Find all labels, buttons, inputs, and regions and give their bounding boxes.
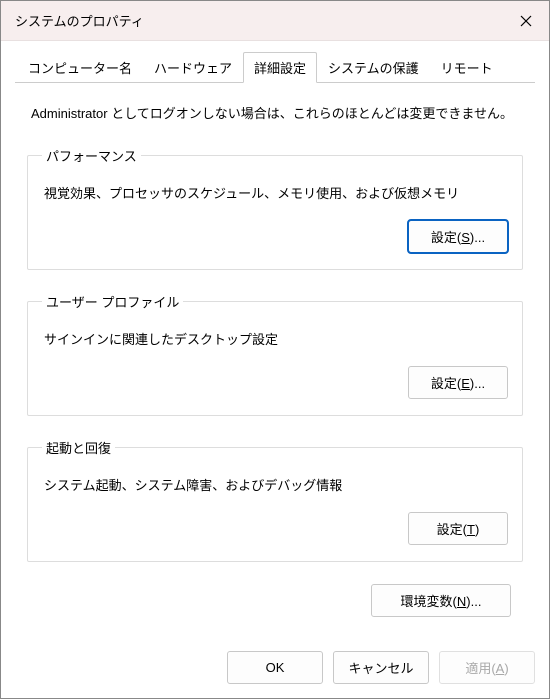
button-label-prefix: 設定(: [431, 230, 461, 245]
button-label-suffix: )...: [470, 376, 485, 391]
group-performance-legend: パフォーマンス: [42, 146, 141, 165]
startup-recovery-settings-button[interactable]: 設定(T): [408, 512, 508, 545]
tab-system-protection[interactable]: システムの保護: [317, 52, 430, 83]
group-startup-recovery: 起動と回復 システム起動、システム障害、およびデバッグ情報 設定(T): [27, 438, 523, 562]
tab-advanced[interactable]: 詳細設定: [243, 52, 317, 83]
button-label-suffix: )...: [470, 230, 485, 245]
button-label-suffix: )...: [466, 594, 481, 609]
button-accel: N: [457, 594, 466, 609]
user-profiles-desc: サインインに関連したデスクトップ設定: [44, 329, 506, 348]
ok-button[interactable]: OK: [227, 651, 323, 684]
environment-variables-button[interactable]: 環境変数(N)...: [371, 584, 511, 617]
performance-desc: 視覚効果、プロセッサのスケジュール、メモリ使用、および仮想メモリ: [44, 183, 506, 202]
button-accel: S: [461, 230, 470, 245]
button-label-suffix: ): [504, 661, 508, 676]
button-label-prefix: 適用(: [465, 661, 495, 676]
apply-button[interactable]: 適用(A): [439, 651, 535, 684]
button-label-suffix: ): [475, 522, 479, 537]
dialog-footer: OK キャンセル 適用(A): [1, 641, 549, 698]
startup-recovery-desc: システム起動、システム障害、およびデバッグ情報: [44, 475, 506, 494]
tab-computer-name[interactable]: コンピューター名: [17, 52, 143, 83]
tab-hardware[interactable]: ハードウェア: [143, 52, 243, 83]
tabstrip: コンピューター名 ハードウェア 詳細設定 システムの保護 リモート: [15, 51, 535, 83]
cancel-button[interactable]: キャンセル: [333, 651, 429, 684]
performance-settings-button[interactable]: 設定(S)...: [408, 220, 508, 253]
group-performance: パフォーマンス 視覚効果、プロセッサのスケジュール、メモリ使用、および仮想メモリ…: [27, 146, 523, 270]
button-label-prefix: 環境変数(: [401, 594, 457, 609]
button-label-prefix: 設定(: [437, 522, 467, 537]
group-user-profiles: ユーザー プロファイル サインインに関連したデスクトップ設定 設定(E)...: [27, 292, 523, 416]
button-accel: E: [461, 376, 470, 391]
group-user-profiles-legend: ユーザー プロファイル: [42, 292, 183, 311]
admin-note: Administrator としてログオンしない場合は、これらのほとんどは変更で…: [31, 103, 523, 122]
tabpanel-advanced: Administrator としてログオンしない場合は、これらのほとんどは変更で…: [15, 83, 535, 641]
button-accel: T: [467, 522, 475, 537]
window-title: システムのプロパティ: [15, 11, 144, 30]
system-properties-window: システムのプロパティ コンピューター名 ハードウェア 詳細設定 システムの保護 …: [0, 0, 550, 699]
close-icon: [520, 15, 532, 27]
group-startup-recovery-legend: 起動と回復: [42, 438, 115, 457]
user-profiles-settings-button[interactable]: 設定(E)...: [408, 366, 508, 399]
button-label-prefix: 設定(: [431, 376, 461, 391]
titlebar: システムのプロパティ: [1, 1, 549, 41]
client-area: コンピューター名 ハードウェア 詳細設定 システムの保護 リモート Admini…: [1, 41, 549, 641]
tab-remote[interactable]: リモート: [430, 52, 504, 83]
close-button[interactable]: [503, 1, 549, 41]
